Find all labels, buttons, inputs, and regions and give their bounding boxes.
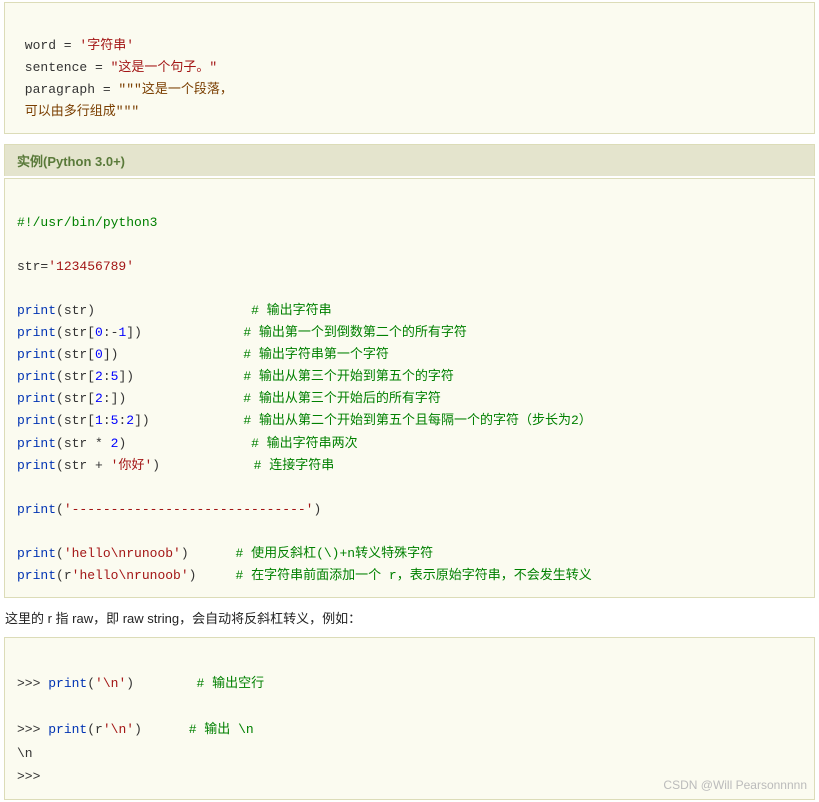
code-line: print(str[0]) # 输出字符串第一个字符	[17, 347, 389, 362]
console-line: >>> print('\n') # 输出空行	[17, 676, 264, 691]
example-header: 实例(Python 3.0+)	[4, 144, 815, 176]
code-line: 可以由多行组成"""	[17, 104, 139, 119]
explanation-text: 这里的 r 指 raw，即 raw string，会自动将反斜杠转义，例如：	[0, 600, 819, 635]
console-block: >>> print('\n') # 输出空行 >>> print(r'\n') …	[4, 637, 815, 799]
code-block-2: #!/usr/bin/python3 str='123456789' print…	[4, 178, 815, 598]
code-block-1: word = '字符串' sentence = "这是一个句子。" paragr…	[4, 2, 815, 134]
watermark: CSDN @Will Pearsonnnnn	[663, 778, 807, 792]
code-line: print(str + '你好') # 连接字符串	[17, 458, 334, 473]
code-line: print(str[2:5]) # 输出从第三个开始到第五个的字符	[17, 369, 454, 384]
console-line: \n	[17, 746, 33, 761]
code-line: print(r'hello\nrunoob') # 在字符串前面添加一个 r，表…	[17, 568, 592, 583]
code-line: paragraph = """这是一个段落，	[17, 82, 233, 97]
code-line: print(str[1:5:2]) # 输出从第二个开始到第五个且每隔一个的字符…	[17, 413, 592, 428]
code-line: word = '字符串'	[17, 38, 134, 53]
console-line: >>>	[17, 769, 48, 784]
code-line: print(str * 2) # 输出字符串两次	[17, 436, 358, 451]
code-line: str='123456789'	[17, 259, 134, 274]
code-line: print('------------------------------')	[17, 502, 321, 517]
code-line: print(str[0:-1]) # 输出第一个到倒数第二个的所有字符	[17, 325, 467, 340]
code-line: sentence = "这是一个句子。"	[17, 60, 217, 75]
code-line: print(str[2:]) # 输出从第三个开始后的所有字符	[17, 391, 441, 406]
code-line: print('hello\nrunoob') # 使用反斜杠(\)+n转义特殊字…	[17, 546, 433, 561]
console-line: >>> print(r'\n') # 输出 \n	[17, 722, 254, 737]
code-line: print(str) # 输出字符串	[17, 303, 332, 318]
shebang-line: #!/usr/bin/python3	[17, 215, 157, 230]
